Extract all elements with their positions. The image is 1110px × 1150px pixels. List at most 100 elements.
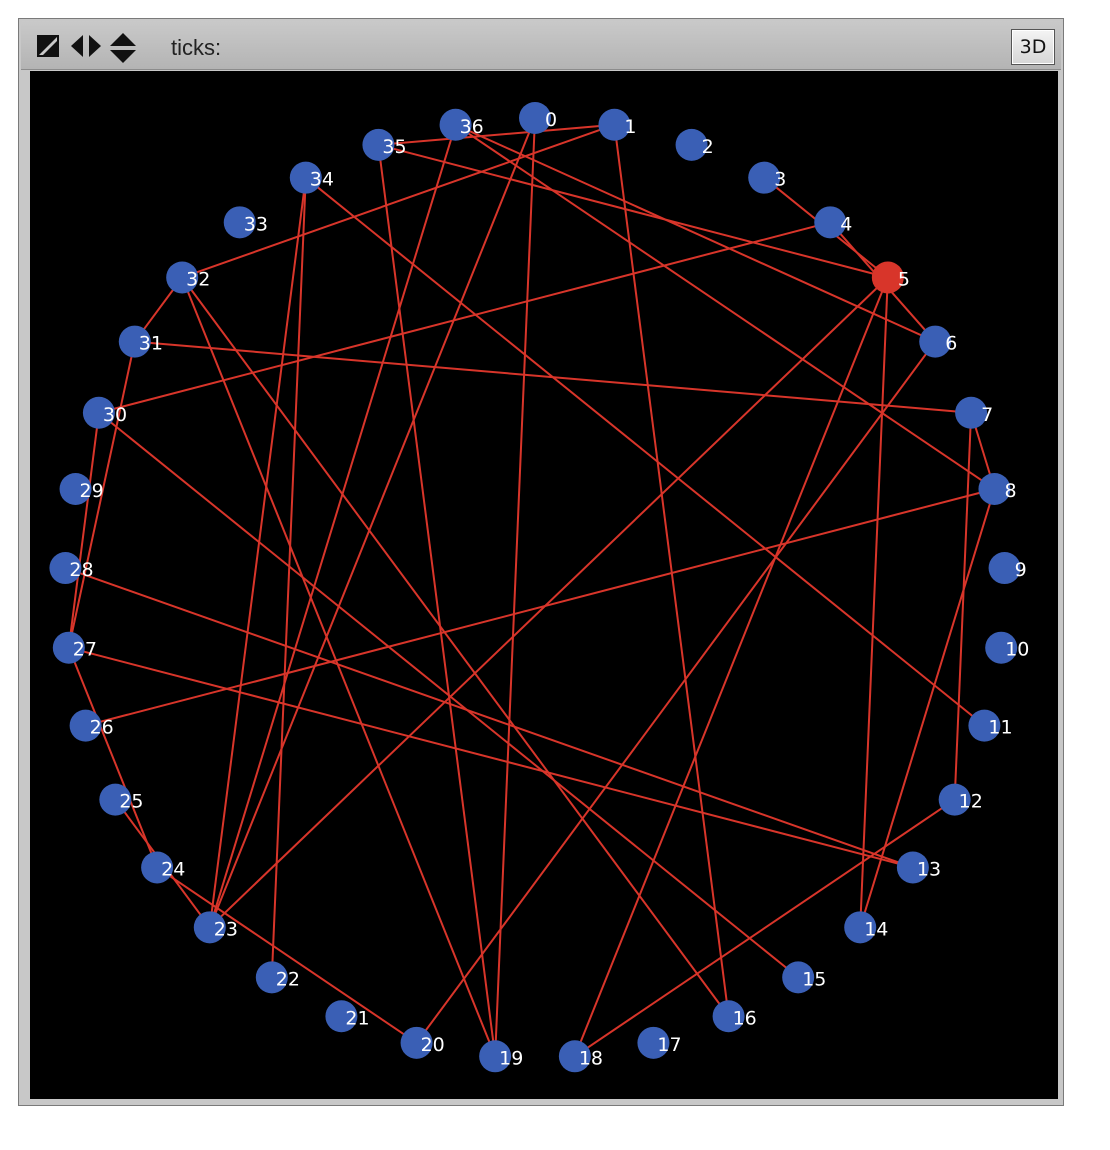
node-label: 4 <box>840 213 852 235</box>
edge-36-23 <box>208 124 457 928</box>
node-20[interactable]: 20 <box>400 1026 445 1059</box>
node-label: 36 <box>460 116 484 138</box>
edge-0-23 <box>208 117 536 928</box>
edge-32-16 <box>181 276 730 1017</box>
node-24[interactable]: 24 <box>141 851 185 884</box>
edge-4-30 <box>98 221 831 414</box>
edge-28-13 <box>65 567 914 869</box>
node-label: 11 <box>988 717 1012 739</box>
node-label: 16 <box>733 1007 757 1029</box>
edge-27-24 <box>67 647 159 868</box>
node-30[interactable]: 30 <box>82 396 127 429</box>
node-21[interactable]: 21 <box>325 1000 370 1033</box>
node-31[interactable]: 31 <box>118 325 163 358</box>
node-19[interactable]: 19 <box>479 1040 523 1073</box>
node-label: 12 <box>959 791 983 813</box>
node-35[interactable]: 35 <box>362 128 407 161</box>
node-16[interactable]: 16 <box>712 1000 757 1033</box>
node-0[interactable]: 0 <box>519 102 557 134</box>
node-9[interactable]: 9 <box>988 552 1027 585</box>
node-25[interactable]: 25 <box>99 783 144 816</box>
node-label: 24 <box>161 858 185 880</box>
node-label: 9 <box>1015 559 1027 581</box>
edge-1-16 <box>613 124 730 1017</box>
node-label: 31 <box>139 333 163 355</box>
network-view[interactable]: 0 1 2 3 4 5 6 7 8 9 10 11 12 13 14 15 16 17 18 19 20 21 22 23 24… <box>30 71 1058 1099</box>
edge-35-1 <box>378 123 615 146</box>
node-label: 27 <box>73 639 97 661</box>
edge-27-13 <box>68 646 914 869</box>
node-label: 10 <box>1005 639 1029 661</box>
node-17[interactable]: 17 <box>637 1026 682 1059</box>
toolbar: ticks: 3D <box>21 21 1061 70</box>
node-label: 13 <box>917 858 941 880</box>
node-34[interactable]: 34 <box>289 161 334 194</box>
edge-34-22 <box>270 177 307 978</box>
node-label: 28 <box>69 559 93 581</box>
3d-view-button[interactable]: 3D <box>1011 29 1055 65</box>
vertical-arrows-icon[interactable] <box>109 33 137 63</box>
node-11[interactable]: 11 <box>968 709 1013 742</box>
ticks-label: ticks: <box>171 35 222 60</box>
edge-5-14 <box>859 277 889 928</box>
node-8[interactable]: 8 <box>978 472 1017 505</box>
node-label: 23 <box>214 918 238 940</box>
node-label: 35 <box>382 136 406 158</box>
node-label: 18 <box>579 1047 603 1069</box>
edge-5-18 <box>573 277 889 1057</box>
node-label: 17 <box>657 1034 681 1056</box>
edge-12-18 <box>574 798 956 1058</box>
node-label: 0 <box>545 109 557 131</box>
node-33[interactable]: 33 <box>223 206 268 239</box>
node-36[interactable]: 36 <box>439 108 484 141</box>
node-label: 5 <box>898 268 910 290</box>
node-label: 30 <box>103 404 127 426</box>
node-5[interactable]: 5 <box>871 261 910 294</box>
node-4[interactable]: 4 <box>814 206 852 239</box>
node-7[interactable]: 7 <box>955 396 993 429</box>
node-label: 29 <box>80 480 104 502</box>
node-label: 25 <box>119 791 143 813</box>
node-2[interactable]: 2 <box>675 128 714 161</box>
node-26[interactable]: 26 <box>69 709 114 742</box>
node-29[interactable]: 29 <box>59 472 104 505</box>
horizontal-arrows-icon[interactable] <box>69 33 103 61</box>
node-13[interactable]: 13 <box>896 851 941 884</box>
edge-7-12 <box>953 412 973 800</box>
node-label: 8 <box>1004 480 1016 502</box>
node-10[interactable]: 10 <box>985 631 1029 664</box>
node-label: 19 <box>499 1047 523 1069</box>
node-27[interactable]: 27 <box>52 631 97 664</box>
node-label: 14 <box>864 918 888 940</box>
edge-34-11 <box>305 176 986 727</box>
node-22[interactable]: 22 <box>255 961 300 994</box>
node-14[interactable]: 14 <box>844 911 888 944</box>
node-label: 32 <box>186 268 210 290</box>
network-graph: 0 123456789101112131415161718192021222324… <box>49 102 1029 1073</box>
node-label: 1 <box>624 116 636 138</box>
node-label: 15 <box>802 968 826 990</box>
edge-24-20 <box>156 866 418 1044</box>
node-28[interactable]: 28 <box>49 552 94 585</box>
node-12[interactable]: 12 <box>938 783 983 816</box>
node-label: 34 <box>310 169 334 191</box>
node-label: 21 <box>345 1007 369 1029</box>
node-label: 33 <box>244 213 268 235</box>
edge-34-23 <box>208 177 307 928</box>
edge-35-5 <box>378 143 889 279</box>
node-23[interactable]: 23 <box>193 911 238 944</box>
node-label: 2 <box>702 136 714 158</box>
edge-0-19 <box>494 117 536 1057</box>
node-15[interactable]: 15 <box>782 961 826 994</box>
settings-edit-icon[interactable] <box>35 33 61 61</box>
node-18[interactable]: 18 <box>558 1040 603 1073</box>
view-window: ticks: 3D 0 1 2 3 4 5 6 7 8 9 10 11 12 13 14 15 16 17 18 19… <box>18 18 1064 1106</box>
node-label: 20 <box>421 1034 445 1056</box>
node-1[interactable]: 1 <box>598 108 637 141</box>
edge-35-19 <box>377 144 497 1057</box>
node-6[interactable]: 6 <box>919 325 957 358</box>
node-32[interactable]: 32 <box>166 261 210 294</box>
node-3[interactable]: 3 <box>748 161 786 194</box>
node-label: 6 <box>945 333 957 355</box>
edge-8-26 <box>85 488 995 727</box>
